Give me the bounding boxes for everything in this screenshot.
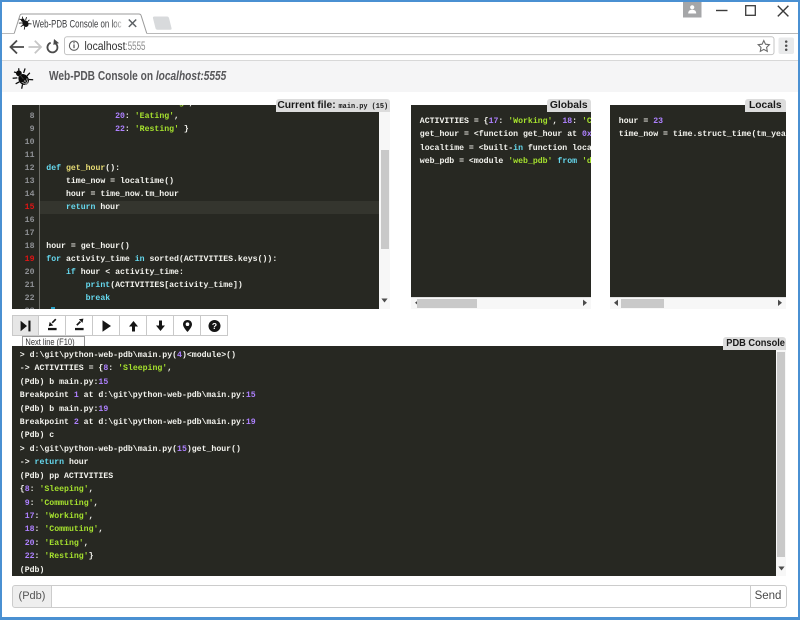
svg-text::5555: :5555 bbox=[126, 39, 146, 53]
svg-text:localhost: localhost bbox=[85, 39, 126, 53]
svg-text:Web-PDB Console on loc: Web-PDB Console on loc bbox=[33, 19, 122, 31]
svg-text:?: ? bbox=[211, 321, 216, 331]
